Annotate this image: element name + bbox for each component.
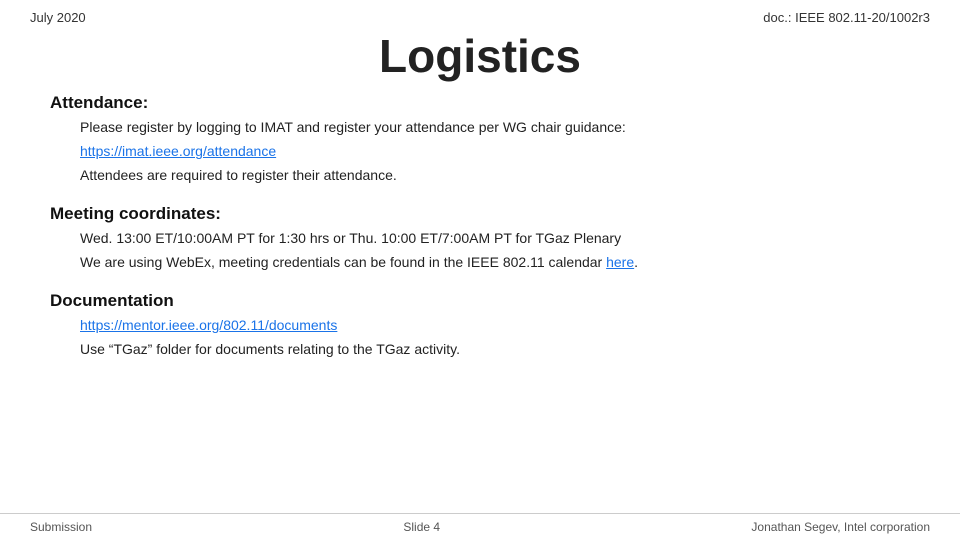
title-section: Logistics — [0, 25, 960, 93]
meeting-heading: Meeting coordinates: — [50, 204, 910, 224]
footer-left: Submission — [30, 520, 92, 534]
attendance-line-2: Attendees are required to register their… — [80, 165, 910, 186]
meeting-section: Meeting coordinates: Wed. 13:00 ET/10:00… — [50, 204, 910, 273]
attendance-heading: Attendance: — [50, 93, 910, 113]
documentation-line-1: Use “TGaz” folder for documents relating… — [80, 339, 910, 360]
slide-title: Logistics — [379, 30, 581, 82]
attendance-section: Attendance: Please register by logging t… — [50, 93, 910, 186]
footer-center: Slide 4 — [403, 520, 440, 534]
footer-bar: Submission Slide 4 Jonathan Segev, Intel… — [0, 513, 960, 540]
attendance-link[interactable]: https://imat.ieee.org/attendance — [80, 141, 910, 162]
meeting-line-1: Wed. 13:00 ET/10:00AM PT for 1:30 hrs or… — [80, 228, 910, 249]
content-area: Attendance: Please register by logging t… — [0, 93, 960, 540]
documentation-link-line[interactable]: https://mentor.ieee.org/802.11/documents — [80, 315, 910, 336]
mentor-link[interactable]: https://mentor.ieee.org/802.11/documents — [80, 317, 337, 333]
calendar-link[interactable]: here — [606, 254, 634, 270]
meeting-body: Wed. 13:00 ET/10:00AM PT for 1:30 hrs or… — [50, 228, 910, 273]
attendance-line-1: Please register by logging to IMAT and r… — [80, 117, 910, 138]
documentation-body: https://mentor.ieee.org/802.11/documents… — [50, 315, 910, 360]
documentation-heading: Documentation — [50, 291, 910, 311]
imat-link[interactable]: https://imat.ieee.org/attendance — [80, 143, 276, 159]
header-doc: doc.: IEEE 802.11-20/1002r3 — [763, 10, 930, 25]
header-date: July 2020 — [30, 10, 86, 25]
header-bar: July 2020 doc.: IEEE 802.11-20/1002r3 — [0, 0, 960, 25]
slide: July 2020 doc.: IEEE 802.11-20/1002r3 Lo… — [0, 0, 960, 540]
documentation-section: Documentation https://mentor.ieee.org/80… — [50, 291, 910, 360]
meeting-line-2: We are using WebEx, meeting credentials … — [80, 252, 910, 273]
footer-right: Jonathan Segev, Intel corporation — [751, 520, 930, 534]
attendance-body: Please register by logging to IMAT and r… — [50, 117, 910, 186]
